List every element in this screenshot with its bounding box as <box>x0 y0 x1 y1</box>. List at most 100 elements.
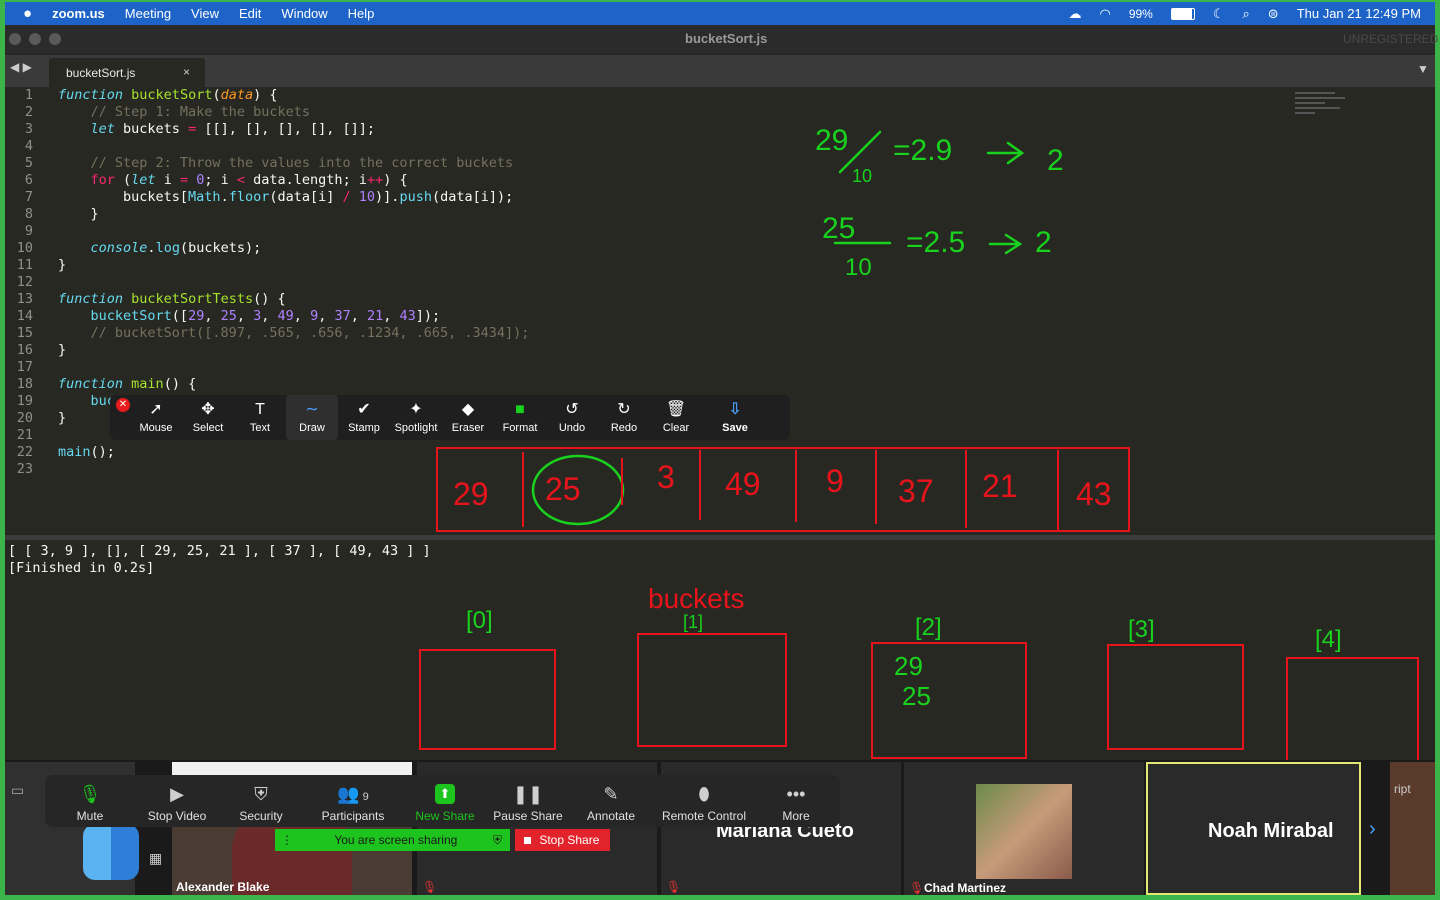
laptop-icon: ▭ <box>11 782 25 798</box>
bucket-label-1: [1] <box>683 612 703 632</box>
annotate-tool-label: Select <box>192 422 224 434</box>
annotate-tool-stamp[interactable]: ✔ Stamp <box>338 395 390 440</box>
undo-icon: ↺ <box>565 401 579 418</box>
buckets-label: buckets <box>648 583 745 614</box>
participants-icon: 👥 9 <box>337 784 369 804</box>
array-value-25: 25 <box>545 471 581 507</box>
calc1-denominator: 10 <box>852 166 872 186</box>
zoom-pause-share-button[interactable]: ❚❚ Pause Share <box>487 775 569 827</box>
calc1-numerator: 29 <box>815 124 848 157</box>
array-value-3: 3 <box>657 459 675 495</box>
arrow-icon <box>988 233 1023 255</box>
zoom-button-label: Security <box>239 809 283 823</box>
zoom-new-share-button[interactable]: ⬆ New Share <box>403 775 487 827</box>
array-value-9: 9 <box>826 463 844 499</box>
finder-icon[interactable] <box>83 824 139 880</box>
annotate-tool-select[interactable]: ✥ Select <box>182 395 234 440</box>
zoom-security-button[interactable]: ⛨ Security <box>219 775 303 827</box>
shield-icon: ⛨ <box>254 784 268 804</box>
drag-handle-icon[interactable]: ⋮ <box>281 833 293 847</box>
zoom-mute-button[interactable]: 🎙 Mute <box>45 775 135 827</box>
muted-mic-icon: 🎙 <box>909 881 925 895</box>
partial-window: ript <box>1390 762 1435 895</box>
calc2-result: =2.5 <box>906 226 965 259</box>
bucket-label-2: [2] <box>915 614 942 641</box>
stop-share-button[interactable]: Stop Share <box>515 829 610 851</box>
annotate-tool-text[interactable]: T Text <box>234 395 286 440</box>
array-outline <box>436 447 1130 532</box>
annotate-tool-label: Format <box>502 422 538 434</box>
bucket-box-0 <box>419 649 556 750</box>
participant-name-4: Noah Mirabal <box>1208 820 1334 842</box>
trash-icon: 🗑 <box>665 401 687 418</box>
calc2-bucket: 2 <box>1035 226 1052 259</box>
zoom-button-label: Participants <box>321 809 385 823</box>
annotate-tool-eraser[interactable]: ◆ Eraser <box>442 395 494 440</box>
annotate-tool-label: Undo <box>558 422 586 434</box>
array-value-49: 49 <box>725 466 761 502</box>
bucket-label-3: [3] <box>1128 616 1155 643</box>
checkmark-icon: ✔ <box>357 401 371 418</box>
spotlight-icon: ✦ <box>409 401 423 418</box>
participant-tile-5[interactable]: Noah Mirabal <box>1146 762 1361 895</box>
bucket-box-3 <box>1107 644 1244 750</box>
mouse-icon: ⬮ <box>698 784 710 804</box>
annotate-tool-label: Eraser <box>451 422 485 434</box>
participant-tile-4[interactable]: 🎙 Chad Martinez <box>904 762 1144 895</box>
annotate-tool-spotlight[interactable]: ✦ Spotlight <box>390 395 442 440</box>
annotate-tool-save[interactable]: ⇩ Save <box>702 395 768 440</box>
annotate-tool-mouse[interactable]: ➚ Mouse <box>130 395 182 440</box>
array-value-21: 21 <box>982 468 1018 504</box>
zoom-more-button[interactable]: ••• More <box>755 775 837 827</box>
participant-photo <box>976 784 1072 879</box>
pause-icon: ❚❚ <box>512 784 544 804</box>
cursor-icon: ➚ <box>149 401 163 418</box>
zoom-remote-control-button[interactable]: ⬮ Remote Control <box>653 775 755 827</box>
annotate-tool-format[interactable]: ■ Format <box>494 395 546 440</box>
move-icon: ✥ <box>201 401 215 418</box>
zoom-annotate-button[interactable]: ✎ Annotate <box>569 775 653 827</box>
annotate-tool-undo[interactable]: ↺ Undo <box>546 395 598 440</box>
close-annotation-icon[interactable]: ✕ <box>116 398 130 412</box>
array-value-43: 43 <box>1076 476 1112 512</box>
muted-mic-icon: 🎙 <box>422 880 438 894</box>
sharing-status-text: You are screen sharing <box>334 833 458 847</box>
annotate-tool-label: Text <box>249 422 271 434</box>
annotate-tool-label: Stamp <box>348 422 380 434</box>
share-icon: ⬆ <box>434 784 456 804</box>
sharing-status-bar: ⋮ You are screen sharing ⛨ Stop Share <box>275 829 610 851</box>
annotate-tool-clear[interactable]: 🗑 Clear <box>650 395 702 440</box>
sharing-banner: ⋮ You are screen sharing ⛨ <box>275 829 510 851</box>
bucket2-item-2: 25 <box>902 681 931 711</box>
calc2-denominator: 10 <box>845 254 872 281</box>
zoom-button-label: New Share <box>415 809 475 823</box>
partial-text: ript <box>1394 782 1411 796</box>
zoom-button-label: Stop Video <box>147 809 207 823</box>
annotate-tool-label: Spotlight <box>394 422 438 434</box>
bucket-label-0: [0] <box>466 607 493 634</box>
shield-check-icon: ⛨ <box>493 833 503 847</box>
bucket-box-1 <box>637 633 787 747</box>
annotation-toolbar: ✕ ➚ Mouse ✥ Select T Text ∼ Draw ✔ Stamp ✦ Spotligh… <box>110 395 790 440</box>
stop-icon <box>524 837 531 844</box>
array-value-29: 29 <box>453 476 489 512</box>
next-page-icon[interactable]: › <box>1369 818 1376 841</box>
calc1-bucket: 2 <box>1047 144 1064 177</box>
zoom-button-label: Pause Share <box>493 809 563 823</box>
zoom-button-label: Mute <box>76 809 104 823</box>
annotate-tool-label: Mouse <box>139 422 173 434</box>
annotate-tool-label: Save <box>722 422 748 434</box>
bucket2-item-1: 29 <box>894 651 923 681</box>
zoom-stop-video-button[interactable]: ▶ Stop Video <box>135 775 219 827</box>
grid-icon[interactable]: ▦ <box>149 850 162 867</box>
annotate-tool-draw[interactable]: ∼ Draw <box>286 395 338 440</box>
participants-count: 9 <box>362 791 369 803</box>
redo-icon: ↻ <box>617 401 631 418</box>
zoom-toolbar: 🎙 Mute ▶ Stop Video ⛨ Security 👥 9 Participants ⬆… <box>45 775 840 827</box>
zoom-participants-button[interactable]: 👥 9 Participants <box>303 775 403 827</box>
stop-share-label: Stop Share <box>539 833 600 847</box>
participant-name-1: Alexander Blake <box>176 880 270 894</box>
text-icon: T <box>255 401 265 418</box>
annotate-tool-redo[interactable]: ↻ Redo <box>598 395 650 440</box>
eraser-icon: ◆ <box>461 401 475 418</box>
